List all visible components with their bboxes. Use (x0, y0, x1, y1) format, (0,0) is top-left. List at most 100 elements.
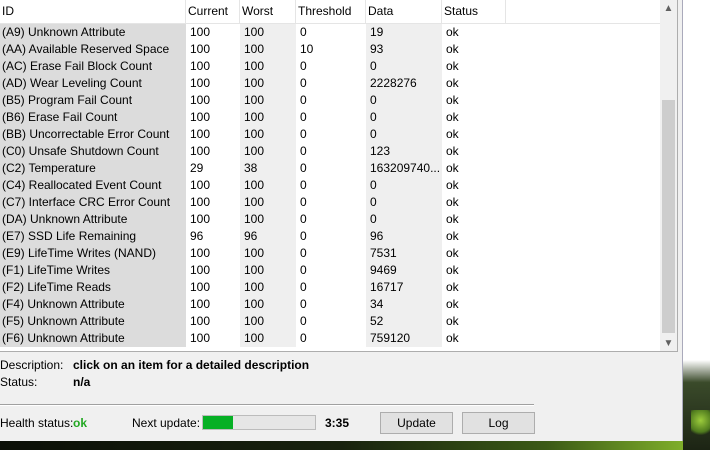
table-row[interactable]: (C4) Reallocated Event Count 100 100 0 0 ok (0, 177, 660, 194)
cell-current: 100 (190, 127, 211, 141)
cell-data: 34 (366, 296, 442, 313)
cell-data: 52 (366, 313, 442, 330)
table-body: (A9) Unknown Attribute 100 100 0 19 ok (AA) Av… (0, 24, 660, 347)
chevron-up-icon[interactable]: ▲ (660, 0, 677, 17)
table-row[interactable]: (F6) Unknown Attribute 100 100 0 759120 ok (0, 330, 660, 347)
table-row[interactable]: (F2) LifeTime Reads 100 100 0 16717 ok (0, 279, 660, 296)
cell-threshold: 0 (300, 331, 307, 345)
cell-threshold: 0 (300, 93, 307, 107)
cell-id: (F6) Unknown Attribute (0, 330, 186, 347)
cell-data: 16717 (366, 279, 442, 296)
cell-worst: 100 (240, 211, 296, 228)
cell-data: 0 (366, 194, 442, 211)
cell-status: ok (446, 229, 459, 243)
table-row[interactable]: (C2) Temperature 29 38 0 163209740... ok (0, 160, 660, 177)
cell-data: 19 (366, 24, 442, 41)
cell-worst: 100 (240, 279, 296, 296)
cell-current: 100 (190, 93, 211, 107)
cell-current: 96 (190, 229, 204, 243)
cell-threshold: 0 (300, 25, 307, 39)
cell-status: ok (446, 76, 459, 90)
cell-current: 100 (190, 297, 211, 311)
cell-threshold: 0 (300, 297, 307, 311)
table-row[interactable]: (E9) LifeTime Writes (NAND) 100 100 0 7531 ok (0, 245, 660, 262)
cell-id: (AA) Available Reserved Space (0, 41, 186, 58)
cell-worst: 100 (240, 75, 296, 92)
table-row[interactable]: (B5) Program Fail Count 100 100 0 0 ok (0, 92, 660, 109)
cell-worst: 100 (240, 92, 296, 109)
cell-status: ok (446, 161, 459, 175)
cell-id: (F1) LifeTime Writes (0, 262, 186, 279)
smart-attributes-window: ID Current Worst Threshold Data Status (… (0, 0, 683, 441)
cell-data: 759120 (366, 330, 442, 347)
cell-status: ok (446, 144, 459, 158)
cell-worst: 96 (240, 228, 296, 245)
column-header-worst[interactable]: Worst (240, 0, 296, 24)
cell-current: 100 (190, 212, 211, 226)
footer-divider (0, 404, 534, 406)
cell-current: 29 (190, 161, 204, 175)
cell-worst: 100 (240, 24, 296, 41)
cell-current: 100 (190, 195, 211, 209)
cell-current: 100 (190, 42, 211, 56)
cell-threshold: 0 (300, 161, 307, 175)
vertical-scrollbar[interactable]: ▲ ▼ (660, 0, 677, 351)
table-row[interactable]: (B6) Erase Fail Count 100 100 0 0 ok (0, 109, 660, 126)
cell-threshold: 0 (300, 110, 307, 124)
cell-id: (B5) Program Fail Count (0, 92, 186, 109)
update-button[interactable]: Update (380, 412, 453, 434)
cell-status: ok (446, 263, 459, 277)
table-row[interactable]: (E7) SSD Life Remaining 96 96 0 96 ok (0, 228, 660, 245)
cell-id: (DA) Unknown Attribute (0, 211, 186, 228)
cell-data: 0 (366, 177, 442, 194)
cell-threshold: 0 (300, 178, 307, 192)
table-row[interactable]: (DA) Unknown Attribute 100 100 0 0 ok (0, 211, 660, 228)
cell-id: (E7) SSD Life Remaining (0, 228, 186, 245)
cell-status: ok (446, 42, 459, 56)
cell-data: 0 (366, 211, 442, 228)
column-header-id[interactable]: ID (0, 0, 186, 24)
column-header-status[interactable]: Status (442, 0, 506, 24)
cell-id: (A9) Unknown Attribute (0, 24, 186, 41)
cell-data: 96 (366, 228, 442, 245)
cell-data: 2228276 (366, 75, 442, 92)
table-row[interactable]: (C0) Unsafe Shutdown Count 100 100 0 123 ok (0, 143, 660, 160)
cell-threshold: 10 (300, 42, 314, 56)
cell-threshold: 0 (300, 212, 307, 226)
table-row[interactable]: (AA) Available Reserved Space 100 100 10 93 o… (0, 41, 660, 58)
next-update-timer: 3:35 (325, 416, 350, 430)
table-row[interactable]: (F1) LifeTime Writes 100 100 0 9469 ok (0, 262, 660, 279)
table-row[interactable]: (F4) Unknown Attribute 100 100 0 34 ok (0, 296, 660, 313)
log-button[interactable]: Log (462, 412, 535, 434)
cell-current: 100 (190, 314, 211, 328)
scrollbar-thumb[interactable] (662, 100, 675, 333)
cell-threshold: 0 (300, 127, 307, 141)
cell-status: ok (446, 246, 459, 260)
smart-attribute-table: ID Current Worst Threshold Data Status (… (0, 0, 678, 352)
health-status-label: Health status: (0, 416, 74, 430)
table-row[interactable]: (AC) Erase Fail Block Count 100 100 0 0 ok (0, 58, 660, 75)
desktop-wallpaper-strip (0, 440, 683, 450)
cell-id: (BB) Uncorrectable Error Count (0, 126, 186, 143)
chevron-down-icon[interactable]: ▼ (660, 335, 677, 351)
cell-status: ok (446, 178, 459, 192)
table-row[interactable]: (A9) Unknown Attribute 100 100 0 19 ok (0, 24, 660, 41)
table-row[interactable]: (AD) Wear Leveling Count 100 100 0 2228276 ok (0, 75, 660, 92)
cell-current: 100 (190, 246, 211, 260)
cell-data: 0 (366, 126, 442, 143)
cell-threshold: 0 (300, 195, 307, 209)
column-header-threshold[interactable]: Threshold (296, 0, 366, 24)
cell-worst: 100 (240, 245, 296, 262)
cell-status: ok (446, 280, 459, 294)
table-row[interactable]: (F5) Unknown Attribute 100 100 0 52 ok (0, 313, 660, 330)
table-row[interactable]: (C7) Interface CRC Error Count 100 100 0 0 ok (0, 194, 660, 211)
cell-id: (AD) Wear Leveling Count (0, 75, 186, 92)
cell-worst: 100 (240, 143, 296, 160)
cell-worst: 100 (240, 177, 296, 194)
desktop-background (683, 0, 710, 450)
cell-status: ok (446, 314, 459, 328)
cell-id: (C7) Interface CRC Error Count (0, 194, 186, 211)
column-header-current[interactable]: Current (186, 0, 240, 24)
table-row[interactable]: (BB) Uncorrectable Error Count 100 100 0 0 ok (0, 126, 660, 143)
column-header-data[interactable]: Data (366, 0, 442, 24)
